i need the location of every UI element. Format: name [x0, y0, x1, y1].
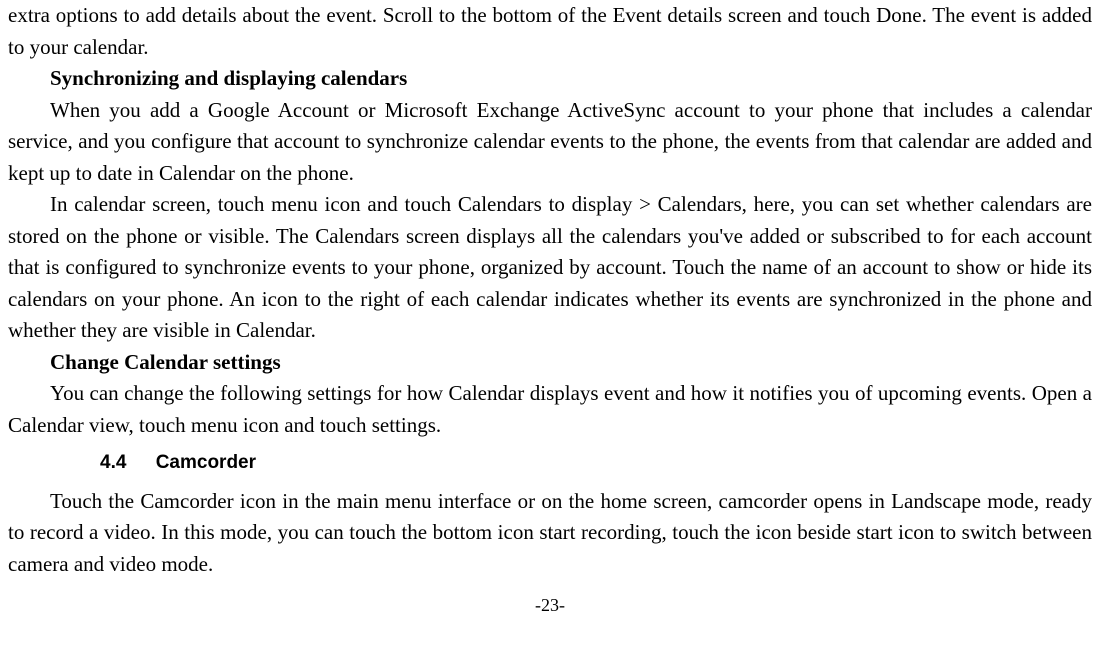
section-number: 4.4: [100, 449, 126, 478]
paragraph-change-settings: You can change the following settings fo…: [8, 378, 1092, 441]
paragraph-camcorder: Touch the Camcorder icon in the main men…: [8, 486, 1092, 581]
paragraph-intro: extra options to add details about the e…: [8, 0, 1092, 63]
paragraph-calendar-screen: In calendar screen, touch menu icon and …: [8, 189, 1092, 347]
heading-change-settings: Change Calendar settings: [8, 347, 1092, 379]
heading-sync-calendars: Synchronizing and displaying calendars: [8, 63, 1092, 95]
document-page: extra options to add details about the e…: [0, 0, 1100, 619]
section-heading: 4.4 Camcorder: [8, 449, 1092, 478]
section-title: Camcorder: [156, 452, 256, 473]
paragraph-sync-description: When you add a Google Account or Microso…: [8, 95, 1092, 190]
page-number: -23-: [8, 592, 1092, 619]
